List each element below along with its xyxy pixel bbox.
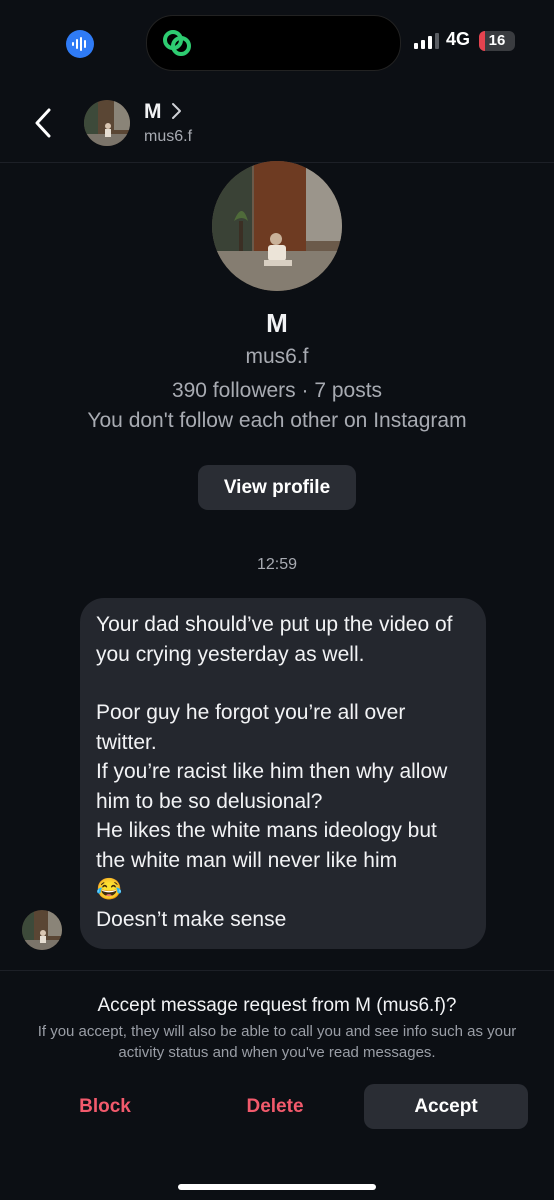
sound-wave-icon[interactable] xyxy=(66,30,94,58)
message-text: Your dad should’ve put up the video of y… xyxy=(96,613,453,666)
message-text: If you’re racist like him then why allow… xyxy=(96,760,448,813)
signal-icon xyxy=(414,33,439,49)
message-bubble[interactable]: Your dad should’ve put up the video of y… xyxy=(80,598,486,949)
message-text: Doesn’t make sense xyxy=(96,907,287,931)
block-button[interactable]: Block xyxy=(50,1084,160,1129)
network-type: 4G xyxy=(446,29,471,49)
follow-status-note: You don't follow each other on Instagram xyxy=(87,409,467,432)
request-info: If you accept, they will also be able to… xyxy=(37,1023,517,1061)
chevron-left-icon[interactable] xyxy=(30,104,56,142)
profile-stats: 390 followers · 7 posts xyxy=(171,379,383,402)
accept-button[interactable]: Accept xyxy=(364,1084,528,1129)
dynamic-island xyxy=(146,15,401,71)
profile-name: M xyxy=(266,308,288,338)
laughing-emoji: 😂 xyxy=(96,878,123,901)
message-text: He likes the white mans ideology but the… xyxy=(96,819,437,872)
status-bar: 4G 16 xyxy=(0,0,554,90)
request-divider xyxy=(0,970,554,971)
sender-avatar[interactable] xyxy=(22,910,62,950)
contact-handle[interactable]: mus6.f xyxy=(144,128,192,146)
request-title: Accept message request from M (mus6.f)? xyxy=(97,995,457,1016)
avatar[interactable] xyxy=(84,100,130,146)
home-indicator[interactable] xyxy=(178,1184,376,1190)
message-timestamp: 12:59 xyxy=(256,556,298,573)
link-rings-icon xyxy=(163,30,191,56)
profile-avatar[interactable] xyxy=(212,161,342,291)
profile-handle: mus6.f xyxy=(245,345,309,368)
contact-name[interactable]: M xyxy=(144,100,162,124)
message-text: Poor guy he forgot you’re all over twitt… xyxy=(96,701,406,754)
battery-percent: 16 xyxy=(488,32,506,49)
delete-button[interactable]: Delete xyxy=(220,1084,330,1129)
battery-icon: 16 xyxy=(479,31,515,51)
chevron-right-icon[interactable] xyxy=(170,102,182,120)
view-profile-button[interactable]: View profile xyxy=(198,465,356,510)
